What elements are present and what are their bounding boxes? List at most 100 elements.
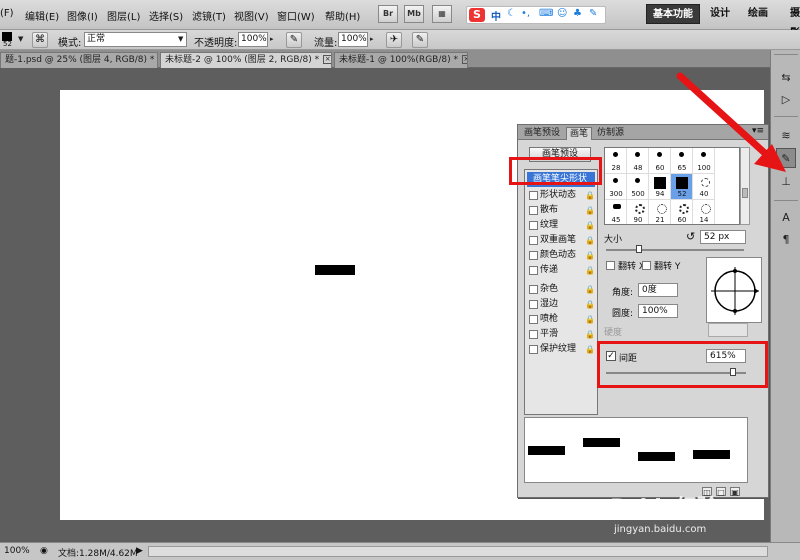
horizontal-scrollbar[interactable] [148,546,768,557]
menu-filter[interactable]: 滤镜(T) [192,8,226,23]
paragraph-icon[interactable]: ¶ [776,230,796,250]
toggle-brush-panel-icon[interactable]: ⌘ [32,32,48,48]
option-scattering[interactable]: 散布 🔒 [527,203,595,218]
pressure-opacity-icon[interactable]: ✎ [286,32,302,48]
lock-icon[interactable]: 🔒 [585,342,595,357]
option-color-dynamics[interactable]: 颜色动态 🔒 [527,248,595,263]
menu-edit[interactable]: 编辑(E) [25,8,59,23]
mini-bridge-button[interactable]: Mb [404,5,424,23]
checkbox[interactable] [529,206,538,215]
opacity-arrow-icon[interactable]: ▸ [270,32,278,47]
view-extras-icon[interactable]: ▦ [432,5,452,23]
moon-icon[interactable]: ☾ [507,8,516,19]
lock-icon[interactable]: 🔒 [585,248,595,263]
brush-tip[interactable]: 14 [693,200,715,224]
tab-doc-3[interactable]: 未标题-1 @ 100%(RGB/8) *× [334,52,468,68]
flip-x-checkbox[interactable] [606,261,615,270]
size-slider-thumb[interactable] [636,245,642,253]
option-texture[interactable]: 纹理 🔒 [527,218,595,233]
angle-roundness-widget[interactable] [706,257,762,323]
flow-input[interactable]: 100% [338,32,368,47]
option-transfer[interactable]: 传递 🔒 [527,263,595,278]
brush-tip[interactable]: 500 [627,174,649,200]
skin-icon[interactable]: ♣ [573,8,582,19]
tab-doc-1[interactable]: 题-1.psd @ 25% (图层 4, RGB/8) *× [0,52,158,68]
checkbox[interactable] [529,221,538,230]
brush-tip[interactable]: 28 [605,148,627,174]
lock-icon[interactable]: 🔒 [585,218,595,233]
punctuation-icon[interactable]: •, [521,8,530,19]
lock-icon[interactable]: 🔒 [585,203,595,218]
checkbox[interactable] [529,315,538,324]
tab-clone-source[interactable]: 仿制源 [594,127,627,140]
bridge-button[interactable]: Br [378,5,398,23]
option-shape-dynamics[interactable]: 形状动态 🔒 [527,188,595,203]
checkbox[interactable] [529,266,538,275]
mode-dropdown-icon[interactable]: ▼ [178,32,186,47]
menu-select[interactable]: 选择(S) [149,8,183,23]
lock-icon[interactable]: 🔒 [585,297,595,312]
checkbox[interactable] [529,330,538,339]
brush-tip[interactable]: 48 [627,148,649,174]
flip-y-checkbox[interactable] [642,261,651,270]
opacity-input[interactable]: 100% [238,32,268,47]
ime-mode[interactable]: 中 [491,8,501,23]
option-noise[interactable]: 杂色 🔒 [527,282,595,297]
checkbox[interactable] [529,300,538,309]
workspace-photography[interactable]: 摄影 [784,4,800,39]
airbrush-icon[interactable]: ✈ [386,32,402,48]
option-wet-edges[interactable]: 湿边 🔒 [527,297,595,312]
checkbox[interactable] [529,251,538,260]
lock-icon[interactable]: 🔒 [585,327,595,342]
menu-file[interactable]: (F) [0,8,14,19]
sogou-ime-bar[interactable]: S 中 ☾ •, ⌨ ☺ ♣ ✎ [466,6,606,24]
brush-tip[interactable]: 21 [649,200,671,224]
menu-help[interactable]: 帮助(H) [325,8,360,23]
status-icon[interactable]: ◉ [40,546,48,556]
flow-arrow-icon[interactable]: ▸ [370,32,378,47]
tab-brush[interactable]: 画笔 [566,127,593,140]
wrench-icon[interactable]: ✎ [589,8,597,19]
user-icon[interactable]: ☺ [557,8,567,19]
angle-input[interactable]: 0度 [638,283,678,297]
status-arrow-icon[interactable]: ▶ [136,546,143,556]
size-input[interactable]: 52 px [700,230,746,244]
scroll-thumb[interactable] [742,188,748,198]
lock-icon[interactable]: 🔒 [585,263,595,278]
character-icon[interactable]: A [776,208,796,228]
checkbox[interactable] [529,236,538,245]
roundness-input[interactable]: 100% [638,304,678,318]
checkbox[interactable] [529,285,538,294]
zoom-level[interactable]: 100% [4,546,30,556]
option-protect-texture[interactable]: 保护纹理 🔒 [527,342,595,357]
tab-brush-presets[interactable]: 画笔预设 [521,127,563,140]
mode-select[interactable]: 正常 [84,32,187,47]
lock-icon[interactable]: 🔒 [585,188,595,203]
brush-tip[interactable]: 300 [605,174,627,200]
option-dual-brush[interactable]: 双重画笔 🔒 [527,233,595,248]
reset-size-icon[interactable]: ↺ [686,230,695,243]
workspace-painting[interactable]: 绘画 [742,4,774,24]
brush-tip[interactable]: 45 [605,200,627,224]
pressure-size-icon[interactable]: ✎ [412,32,428,48]
menu-window[interactable]: 窗口(W) [277,8,315,23]
brush-tip[interactable]: 90 [627,200,649,224]
keyboard-icon[interactable]: ⌨ [539,8,553,19]
option-smoothing[interactable]: 平滑 🔒 [527,327,595,342]
workspace-design[interactable]: 设计 [704,4,736,24]
lock-icon[interactable]: 🔒 [585,282,595,297]
tab-doc-2[interactable]: 未标题-2 @ 100% (图层 2, RGB/8) * × [160,52,332,68]
checkbox[interactable] [529,345,538,354]
workspace-essentials[interactable]: 基本功能 [646,4,700,24]
checkbox[interactable] [529,191,538,200]
lock-icon[interactable]: 🔒 [585,233,595,248]
menu-image[interactable]: 图像(I) [67,8,98,23]
menu-layer[interactable]: 图层(L) [107,8,140,23]
lock-icon[interactable]: 🔒 [585,312,595,327]
brush-picker-arrow-icon[interactable]: ▼ [18,32,26,47]
close-icon[interactable]: × [461,55,467,64]
size-slider-track[interactable] [606,249,744,251]
brush-tip[interactable]: 60 [671,200,693,224]
option-airbrush[interactable]: 喷枪 🔒 [527,312,595,327]
close-icon[interactable]: × [323,55,331,64]
